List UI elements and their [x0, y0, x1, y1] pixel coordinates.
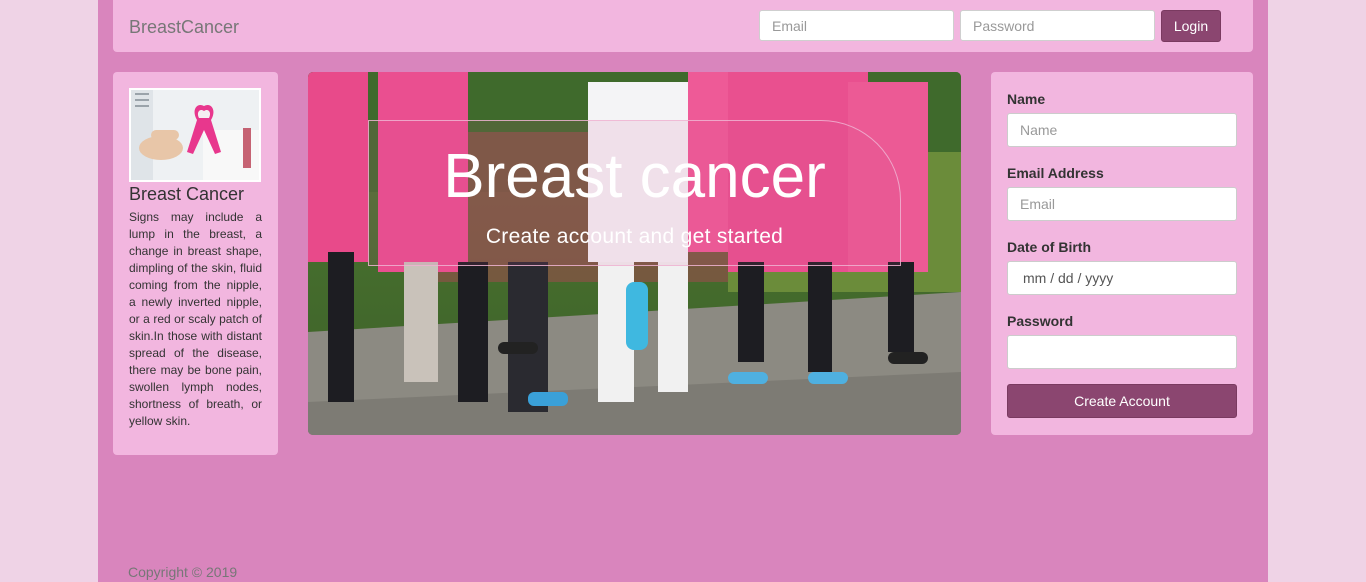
awareness-ribbon-image: [129, 88, 261, 182]
name-input[interactable]: [1007, 113, 1237, 147]
info-card-text: Signs may include a lump in the breast, …: [129, 210, 262, 428]
create-account-button[interactable]: Create Account: [1007, 384, 1237, 418]
login-button[interactable]: Login: [1161, 10, 1221, 42]
signup-card: Name Email Address Date of Birth mm / dd…: [991, 72, 1253, 435]
info-card: Breast Cancer Signs may include a lump i…: [113, 72, 278, 455]
page-container: BreastCancer Login Breast Cancer Signs m…: [98, 0, 1268, 582]
navbar: BreastCancer Login: [113, 0, 1253, 52]
hero-subtitle: Create account and get started: [485, 225, 784, 248]
login-email-input[interactable]: [759, 10, 954, 41]
login-password-input[interactable]: [960, 10, 1155, 41]
name-label: Name: [1007, 91, 1046, 107]
password-input[interactable]: [1007, 335, 1237, 369]
email-label: Email Address: [1007, 165, 1104, 181]
dob-label: Date of Birth: [1007, 239, 1091, 255]
hero-overlay: Breast cancer Create account and get sta…: [368, 120, 901, 266]
hero-banner: Breast cancer Create account and get sta…: [308, 72, 961, 435]
hero-title: Breast cancer: [443, 142, 826, 211]
dob-input[interactable]: mm / dd / yyyy: [1007, 261, 1237, 295]
brand-link[interactable]: BreastCancer: [129, 17, 239, 38]
info-card-title: Breast Cancer: [129, 184, 245, 204]
email-input[interactable]: [1007, 187, 1237, 221]
footer-copyright: Copyright © 2019: [128, 564, 238, 580]
password-label: Password: [1007, 313, 1074, 329]
